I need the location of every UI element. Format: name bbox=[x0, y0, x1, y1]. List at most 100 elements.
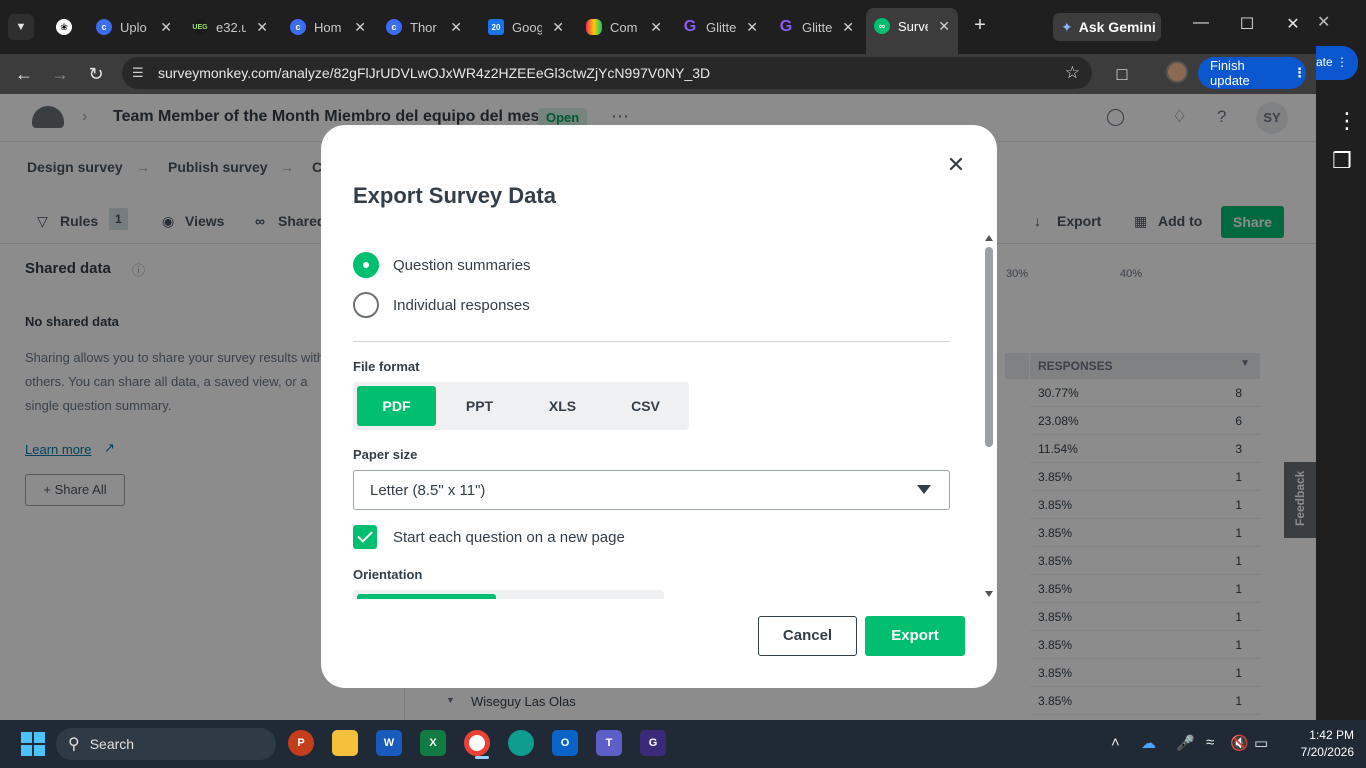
clock-time: 1:42 PM bbox=[1309, 728, 1354, 742]
tab-title: Glitte bbox=[706, 19, 736, 35]
scroll-up-arrow-icon[interactable] bbox=[985, 235, 993, 241]
close-window-icon[interactable]: ✕ bbox=[1279, 14, 1307, 34]
tab-title: Com bbox=[610, 19, 638, 35]
close-tab-icon[interactable]: ✕ bbox=[256, 19, 268, 36]
taskbar-search-box[interactable]: ⚲ Search bbox=[56, 728, 276, 760]
minimize-icon[interactable]: — bbox=[1187, 14, 1215, 32]
taskbar-clock[interactable]: 1:42 PM 7/20/2026 bbox=[1284, 727, 1354, 761]
close-tab-icon[interactable]: ✕ bbox=[746, 19, 758, 36]
maximize-icon[interactable]: ☐ bbox=[1233, 14, 1261, 34]
bookmark-star-icon[interactable]: ☆ bbox=[1065, 63, 1080, 83]
chevron-up-icon[interactable]: ˄ bbox=[1111, 734, 1120, 751]
tab-3[interactable]: c Hom ✕ bbox=[282, 10, 374, 44]
close-tab-icon[interactable]: ✕ bbox=[354, 19, 366, 36]
copilot-icon: c bbox=[96, 19, 112, 35]
teams-icon[interactable]: T bbox=[596, 730, 622, 756]
close-tab-icon[interactable]: ✕ bbox=[450, 19, 462, 36]
close-icon[interactable]: ✕ bbox=[944, 153, 968, 177]
checkbox-label: Start each question on a new page bbox=[393, 528, 625, 546]
tab-search-chevron-icon[interactable]: ▼ bbox=[8, 14, 34, 40]
divider bbox=[353, 341, 950, 342]
format-option-pdf[interactable]: PDF bbox=[357, 386, 436, 426]
tab-5[interactable]: 20 Goog ✕ bbox=[480, 10, 572, 44]
tab-4[interactable]: c Thor ✕ bbox=[378, 10, 470, 44]
tab-7[interactable]: G Glitte ✕ bbox=[674, 10, 766, 44]
kebab-menu-icon: ⋮ bbox=[1336, 108, 1358, 133]
profile-avatar[interactable] bbox=[1166, 61, 1188, 83]
format-option-csv[interactable]: CSV bbox=[606, 386, 685, 426]
tab-title: e32.u bbox=[216, 19, 246, 35]
tab-active-surveymonkey[interactable]: ∞ Surve ✕ bbox=[866, 8, 958, 54]
edge-icon[interactable] bbox=[508, 730, 534, 756]
radio-question-summaries[interactable]: Question summaries bbox=[353, 252, 531, 278]
format-option-ppt[interactable]: PPT bbox=[440, 386, 519, 426]
tab-8[interactable]: G Glitte ✕ bbox=[770, 10, 862, 44]
finish-update-button[interactable]: Finish update ⋮ bbox=[1198, 57, 1306, 89]
back-arrow-icon[interactable]: ← bbox=[10, 60, 38, 88]
export-button[interactable]: Export bbox=[865, 616, 965, 656]
windows-start-icon[interactable] bbox=[21, 732, 45, 756]
outlook-icon[interactable]: O bbox=[552, 730, 578, 756]
ueg-icon: UEG bbox=[192, 19, 208, 35]
taskbar-search-label: Search bbox=[89, 736, 135, 752]
scrollbar-thumb[interactable] bbox=[985, 247, 993, 447]
new-page-checkbox-row[interactable]: Start each question on a new page bbox=[353, 525, 625, 549]
dialog-scrollbar[interactable] bbox=[982, 235, 996, 599]
close-tab-icon[interactable]: ✕ bbox=[842, 19, 854, 36]
surveymonkey-icon: ∞ bbox=[874, 18, 890, 34]
pinned-tab-chatgpt[interactable]: ❀ bbox=[48, 10, 78, 44]
speaker-muted-icon[interactable]: 🔇 bbox=[1230, 734, 1249, 752]
close-tab-icon[interactable]: ✕ bbox=[650, 19, 662, 36]
edge-update-pill: ate ⋮ bbox=[1316, 46, 1358, 80]
file-explorer-icon[interactable] bbox=[332, 730, 358, 756]
address-bar[interactable]: ☰ surveymonkey.com/analyze/82gFlJrUDVLwO… bbox=[122, 57, 1092, 89]
microphone-icon[interactable]: 🎤 bbox=[1176, 734, 1195, 752]
paper-size-label: Paper size bbox=[353, 447, 418, 462]
wifi-icon[interactable]: ≈ bbox=[1206, 734, 1214, 751]
tab-title: Hom bbox=[314, 19, 342, 35]
paper-size-value: Letter (8.5" x 11") bbox=[370, 482, 486, 499]
tab-2[interactable]: UEG e32.u ✕ bbox=[184, 10, 276, 44]
excel-icon[interactable]: X bbox=[420, 730, 446, 756]
chevron-down-icon bbox=[917, 485, 931, 494]
battery-icon[interactable]: ▭ bbox=[1254, 734, 1268, 752]
kebab-menu-icon: ⋮ bbox=[1336, 55, 1349, 69]
extensions-puzzle-icon[interactable]: □ bbox=[1108, 60, 1136, 88]
orientation-option-selected[interactable] bbox=[357, 594, 496, 599]
tab-title: Thor bbox=[410, 19, 437, 35]
tab-6[interactable]: Com ✕ bbox=[578, 10, 670, 44]
site-settings-icon[interactable]: ☰ bbox=[132, 65, 144, 81]
glitter-icon: G bbox=[779, 18, 793, 35]
powerpoint-icon[interactable]: P bbox=[288, 730, 314, 756]
reload-icon[interactable]: ↻ bbox=[82, 60, 110, 88]
windows-taskbar: ⚲ Search P W X O T G ˄ ☁ 🎤 ≈ 🔇 ▭ 1:42 PM… bbox=[0, 720, 1366, 768]
ask-gemini-label: Ask Gemini bbox=[1078, 19, 1156, 35]
url-text: surveymonkey.com/analyze/82gFlJrUDVLwOJx… bbox=[158, 65, 711, 81]
clock-date: 7/20/2026 bbox=[1300, 745, 1354, 759]
glitter-app-icon[interactable]: G bbox=[640, 730, 666, 756]
radio-label: Individual responses bbox=[393, 296, 530, 314]
cancel-button[interactable]: Cancel bbox=[758, 616, 857, 656]
radio-selected[interactable] bbox=[353, 252, 379, 278]
close-tab-icon[interactable]: ✕ bbox=[938, 18, 950, 35]
word-icon[interactable]: W bbox=[376, 730, 402, 756]
calendar-icon: 20 bbox=[488, 19, 504, 35]
checkbox-checked[interactable] bbox=[353, 525, 377, 549]
tab-1[interactable]: c Uplo ✕ bbox=[88, 10, 180, 44]
onedrive-cloud-icon[interactable]: ☁ bbox=[1141, 734, 1156, 752]
kebab-menu-icon: ⋮ bbox=[1293, 65, 1306, 80]
close-tab-icon[interactable]: ✕ bbox=[160, 19, 172, 36]
radio-unselected[interactable] bbox=[353, 292, 379, 318]
radio-individual-responses[interactable]: Individual responses bbox=[353, 292, 530, 318]
new-tab-plus-icon[interactable]: + bbox=[968, 14, 992, 37]
radio-label: Question summaries bbox=[393, 256, 531, 274]
copilot-icon: c bbox=[290, 19, 306, 35]
paper-size-select[interactable]: Letter (8.5" x 11") bbox=[353, 470, 950, 510]
chrome-icon[interactable] bbox=[464, 730, 490, 759]
forward-arrow-icon[interactable]: → bbox=[46, 60, 74, 88]
scroll-down-arrow-icon[interactable] bbox=[985, 591, 993, 597]
format-option-xls[interactable]: XLS bbox=[523, 386, 602, 426]
close-tab-icon[interactable]: ✕ bbox=[552, 19, 564, 36]
file-format-label: File format bbox=[353, 359, 420, 374]
ask-gemini-button[interactable]: ✦ Ask Gemini bbox=[1053, 13, 1161, 41]
